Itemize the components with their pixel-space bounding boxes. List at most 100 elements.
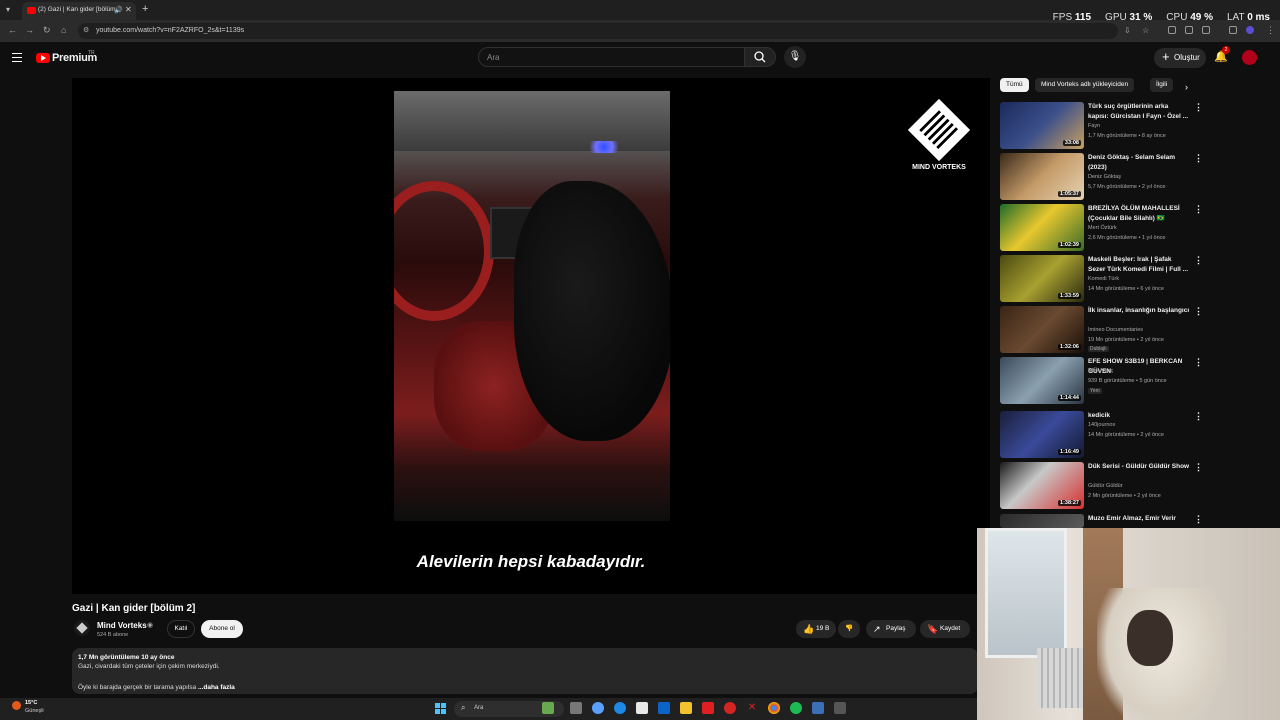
- recommendation-title[interactable]: Maskeli Beşler: Irak | Şafak Sezer Türk …: [1088, 255, 1190, 274]
- bookmark-star-icon[interactable]: ☆: [1142, 26, 1149, 35]
- chevron-right-icon[interactable]: ›: [1185, 82, 1188, 92]
- edge-icon[interactable]: [614, 702, 626, 714]
- recommendation-channel[interactable]: Mert Öztürk: [1088, 225, 1117, 231]
- more-options-icon[interactable]: ⋮: [1194, 255, 1203, 266]
- store-icon[interactable]: [636, 702, 648, 714]
- recommendation-item[interactable]: 1:05:37 Deniz Göktaş - Selam Selam (2023)…: [1000, 153, 1203, 201]
- recommendation-channel[interactable]: Güldür Güldür: [1088, 483, 1123, 489]
- outlook-icon[interactable]: [658, 702, 670, 714]
- forward-icon[interactable]: →: [25, 25, 34, 35]
- more-options-icon[interactable]: ⋮: [1194, 514, 1203, 525]
- recommendation-title[interactable]: BREZİLYA ÖLÜM MAHALLESİ (Çocuklar Bile S…: [1088, 204, 1190, 223]
- recommendation-thumbnail[interactable]: [1000, 514, 1084, 528]
- hamburger-menu-icon[interactable]: [12, 53, 22, 63]
- recommendation-title[interactable]: kedicik: [1088, 411, 1190, 421]
- create-button[interactable]: Oluştur: [1154, 47, 1206, 68]
- more-options-icon[interactable]: ⋮: [1194, 153, 1203, 164]
- chip-all[interactable]: Tümü: [1000, 78, 1029, 92]
- channel-watermark[interactable]: MIND VORTEKS: [907, 98, 971, 171]
- weather-temp[interactable]: 15°C: [25, 700, 37, 706]
- recommendation-thumbnail[interactable]: 1:02:39: [1000, 204, 1084, 251]
- opera-icon[interactable]: [724, 702, 736, 714]
- chip-from-uploader[interactable]: Mind Vorteks adlı yükleyiciden: [1035, 78, 1135, 92]
- video-player[interactable]: MIND VORTEKS Alevilerin hepsi kabadayıdı…: [72, 78, 990, 594]
- extension-icon[interactable]: [1168, 26, 1176, 34]
- description-box[interactable]: 1,7 Mn görüntüleme 10 ay önce Gazi, civa…: [72, 648, 978, 694]
- spotify-icon[interactable]: [790, 702, 802, 714]
- new-tab-icon[interactable]: +: [142, 3, 148, 15]
- recommendation-thumbnail[interactable]: 33:08: [1000, 102, 1084, 149]
- widget-icon[interactable]: [542, 702, 554, 714]
- recommendation-title[interactable]: İlk insanlar, insanlığın başlangıcı: [1088, 306, 1190, 316]
- user-avatar[interactable]: [1242, 50, 1257, 65]
- downloads-icon[interactable]: [1229, 26, 1237, 34]
- recommendation-channel[interactable]: Fayn: [1088, 123, 1100, 129]
- browser-menu-icon[interactable]: ⋮: [1266, 25, 1275, 36]
- youtube-logo[interactable]: Premium TR: [36, 50, 97, 64]
- search-button[interactable]: [744, 47, 776, 67]
- microphone-icon[interactable]: 🎙: [784, 46, 806, 68]
- recommendation-item[interactable]: 1:16:49 kedicik 140journos 14 Mn görüntülem…: [1000, 411, 1203, 459]
- more-options-icon[interactable]: ⋮: [1194, 411, 1203, 422]
- dislike-button[interactable]: 👎: [838, 620, 860, 638]
- recommendation-thumbnail[interactable]: 1:05:37: [1000, 153, 1084, 200]
- extension-icon[interactable]: [1185, 26, 1193, 34]
- recommendation-item[interactable]: 1:14:44 EFE SHOW S3B19 | BERKCAN GÜVEN Efe…: [1000, 357, 1203, 405]
- recommendation-item[interactable]: 1:32:06 İlk insanlar, insanlığın başlangı…: [1000, 306, 1203, 354]
- recommendation-thumbnail[interactable]: 1:14:44: [1000, 357, 1084, 404]
- more-options-icon[interactable]: ⋮: [1194, 204, 1203, 215]
- close-tab-icon[interactable]: ✕: [125, 5, 132, 14]
- weather-icon[interactable]: [12, 701, 21, 710]
- recommendation-title[interactable]: Muzo Emir Almaz, Emir Verir: [1088, 514, 1190, 524]
- recommendation-item[interactable]: 33:08 Türk suç örgütlerinin arka kapısı: …: [1000, 102, 1203, 150]
- more-options-icon[interactable]: ⋮: [1194, 357, 1203, 368]
- close-x-icon[interactable]: ✕: [746, 702, 758, 714]
- recommendation-title[interactable]: Türk suç örgütlerinin arka kapısı: Gürci…: [1088, 102, 1190, 121]
- browser-tab[interactable]: (2) Gazi | Kan gider [bölüm 🔊 ✕: [22, 2, 136, 20]
- profile-icon[interactable]: [1246, 26, 1254, 34]
- recommendation-channel[interactable]: Deniz Göktaş: [1088, 174, 1121, 180]
- app-icon[interactable]: [812, 702, 824, 714]
- recommendation-item[interactable]: 1:33:59 Maskeli Beşler: Irak | Şafak Seze…: [1000, 255, 1203, 303]
- copilot-icon[interactable]: [592, 702, 604, 714]
- like-button[interactable]: 👍 19 B: [796, 620, 836, 638]
- recommendation-item[interactable]: Muzo Emir Almaz, Emir Verir ⋮: [1000, 514, 1203, 528]
- app-icon[interactable]: [834, 702, 846, 714]
- search-input[interactable]: Ara: [478, 47, 746, 67]
- more-options-icon[interactable]: ⋮: [1194, 102, 1203, 113]
- recommendation-thumbnail[interactable]: 1:32:06: [1000, 306, 1084, 353]
- show-more-link[interactable]: ...daha fazla: [198, 684, 235, 691]
- task-view-icon[interactable]: [570, 702, 582, 714]
- join-button[interactable]: Katıl: [167, 620, 195, 638]
- reload-icon[interactable]: ↻: [43, 25, 51, 36]
- home-icon[interactable]: ⌂: [61, 25, 66, 35]
- back-icon[interactable]: ←: [8, 25, 17, 35]
- chip-related[interactable]: İlgili: [1150, 78, 1174, 92]
- recommendation-title[interactable]: Dük Serisi - Güldür Güldür Show: [1088, 462, 1190, 472]
- more-options-icon[interactable]: ⋮: [1194, 306, 1203, 317]
- weather-desc[interactable]: Güneşli: [25, 708, 44, 714]
- recommendation-item[interactable]: 1:38:27 Dük Serisi - Güldür Güldür Show Gü…: [1000, 462, 1203, 510]
- speaker-icon[interactable]: 🔊: [114, 6, 123, 14]
- recommendation-channel[interactable]: Efe Uygaç: [1088, 368, 1113, 374]
- address-bar[interactable]: ⚙ youtube.com/watch?v=nF2AZRFO_2s&t=1139…: [78, 23, 1149, 39]
- more-options-icon[interactable]: ⋮: [1194, 462, 1203, 473]
- channel-avatar[interactable]: [74, 620, 90, 636]
- save-button[interactable]: 🔖 Kaydet: [920, 620, 970, 638]
- recommendation-item[interactable]: 1:02:39 BREZİLYA ÖLÜM MAHALLESİ (Çocuklar…: [1000, 204, 1203, 252]
- recommendation-channel[interactable]: Komedi Türk: [1088, 276, 1119, 282]
- channel-name[interactable]: Mind Vorteks: [97, 621, 147, 630]
- youtube-app-icon[interactable]: [702, 702, 714, 714]
- chrome-icon[interactable]: [768, 702, 780, 714]
- recommendation-title[interactable]: Deniz Göktaş - Selam Selam (2023): [1088, 153, 1190, 172]
- file-explorer-icon[interactable]: [680, 702, 692, 714]
- install-icon[interactable]: ⇩: [1124, 26, 1131, 35]
- recommendation-thumbnail[interactable]: 1:38:27: [1000, 462, 1084, 509]
- share-button[interactable]: ↗ Paylaş: [866, 620, 916, 638]
- recommendation-channel[interactable]: Imineo Documentaries: [1088, 327, 1143, 333]
- site-info-icon[interactable]: ⚙: [83, 26, 89, 34]
- tab-search-chevron-icon[interactable]: ▾: [6, 5, 16, 15]
- extension-icon[interactable]: [1202, 26, 1210, 34]
- recommendation-thumbnail[interactable]: 1:16:49: [1000, 411, 1084, 458]
- recommendation-channel[interactable]: 140journos: [1088, 422, 1115, 428]
